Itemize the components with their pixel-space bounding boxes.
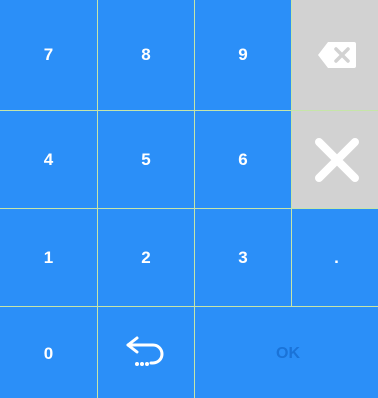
key-3[interactable]: 3 [195, 209, 291, 306]
key-6[interactable]: 6 [195, 111, 291, 208]
key-6-label: 6 [238, 149, 248, 169]
key-5-label: 5 [141, 149, 151, 169]
backspace-key[interactable] [292, 0, 378, 110]
key-7-label: 7 [43, 45, 54, 64]
key-3-label: 3 [238, 247, 248, 267]
key-8[interactable]: 8 [98, 0, 194, 110]
key-7[interactable]: 7 [0, 0, 97, 110]
close-icon [313, 136, 361, 184]
key-decimal-point[interactable]: . [292, 209, 378, 306]
backspace-icon [317, 41, 357, 69]
key-0[interactable]: 0 [0, 307, 97, 398]
key-0-label: 0 [43, 344, 54, 363]
key-decimal-point-label: . [334, 247, 339, 267]
numeric-keypad: 7 8 9 4 5 6 1 2 3 . 0 OK [0, 0, 378, 398]
key-2-label: 2 [141, 247, 151, 267]
key-5[interactable]: 5 [98, 111, 194, 208]
key-4-label: 4 [43, 149, 54, 169]
key-2[interactable]: 2 [98, 209, 194, 306]
key-8-label: 8 [141, 45, 151, 64]
key-9[interactable]: 9 [195, 0, 291, 110]
return-arrow-icon [124, 334, 168, 374]
key-9-label: 9 [238, 45, 248, 64]
key-4[interactable]: 4 [0, 111, 97, 208]
clear-key[interactable] [292, 111, 378, 208]
key-1-label: 1 [43, 247, 54, 267]
key-1[interactable]: 1 [0, 209, 97, 306]
ok-button-label: OK [276, 345, 300, 362]
ok-button[interactable]: OK [195, 307, 378, 398]
enter-key[interactable] [98, 307, 194, 398]
